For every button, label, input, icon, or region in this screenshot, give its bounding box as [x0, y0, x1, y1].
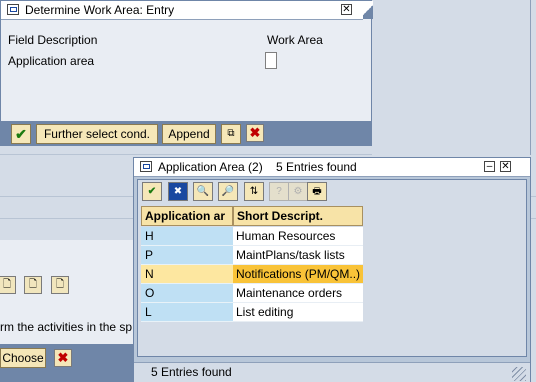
- confirm-button[interactable]: ✔: [11, 124, 31, 144]
- cancel-button[interactable]: ✖: [246, 124, 264, 142]
- background-page-icon-button[interactable]: 🗋: [51, 276, 69, 294]
- dialog-titlebar: Application Area (2) 5 Entries found – ✕: [134, 158, 530, 177]
- field-description-header: Field Description: [8, 33, 98, 47]
- table-row[interactable]: L List editing: [141, 303, 363, 322]
- dialog-title: Determine Work Area: Entry: [25, 3, 175, 17]
- window-icon: [140, 161, 152, 172]
- short-description: Notifications (PM/QM..): [233, 265, 363, 284]
- table-row[interactable]: P MaintPlans/task lists: [141, 246, 363, 265]
- append-button[interactable]: Append: [162, 124, 216, 144]
- status-bar: 5 Entries found: [134, 362, 530, 382]
- short-description: List editing: [233, 303, 363, 322]
- help-icon[interactable]: ?: [269, 182, 289, 201]
- short-description: Human Resources: [233, 227, 363, 246]
- background-page-icon-button[interactable]: 🗋: [0, 276, 16, 294]
- confirm-button[interactable]: ✔: [142, 182, 162, 201]
- table-row-selected[interactable]: N Notifications (PM/QM..): [141, 265, 363, 284]
- multiple-selection-button[interactable]: ⧉: [221, 124, 241, 144]
- table-row[interactable]: O Maintenance orders: [141, 284, 363, 303]
- application-area-code: N: [141, 265, 233, 284]
- determine-work-area-dialog: Determine Work Area: Entry ✕ Field Descr…: [0, 0, 373, 146]
- application-area-label: Application area: [8, 54, 95, 68]
- application-area-input[interactable]: [265, 52, 277, 69]
- work-area-header: Work Area: [267, 33, 323, 47]
- dialog-entries-found-title: 5 Entries found: [276, 160, 357, 174]
- background-divider: [530, 0, 531, 155]
- background-hint-text: rm the activities in the sp: [0, 320, 133, 334]
- status-text: 5 Entries found: [151, 365, 232, 379]
- dialog-titlebar: Determine Work Area: Entry ✕: [1, 1, 363, 20]
- application-area-code: P: [141, 246, 233, 265]
- application-area-code: L: [141, 303, 233, 322]
- settings-icon[interactable]: ⚙: [288, 182, 308, 201]
- results-area: ✔ ✖ 🔍 🔎 ⇅ ? ⚙ 🖶 Application ar Short Des…: [137, 179, 527, 357]
- table-row[interactable]: H Human Resources: [141, 227, 363, 246]
- background-page-icon-button[interactable]: 🗋: [24, 276, 42, 294]
- application-area-code: H: [141, 227, 233, 246]
- choose-button[interactable]: Choose: [0, 348, 46, 368]
- cancel-button[interactable]: ✖: [168, 182, 188, 201]
- close-icon[interactable]: ✕: [500, 161, 511, 172]
- background-area: [372, 0, 536, 155]
- print-icon[interactable]: 🖶: [307, 182, 327, 201]
- dialog-title: Application Area (2): [158, 160, 263, 174]
- window-icon: [7, 4, 19, 15]
- column-header[interactable]: Short Descript.: [233, 206, 363, 226]
- find-next-icon[interactable]: 🔎: [218, 182, 238, 201]
- application-area-dialog: Application Area (2) 5 Entries found – ✕…: [133, 157, 531, 382]
- column-header[interactable]: Application ar: [141, 206, 233, 226]
- background-cancel-button[interactable]: ✖: [54, 349, 72, 367]
- close-icon[interactable]: ✕: [341, 4, 352, 15]
- find-icon[interactable]: 🔍: [193, 182, 213, 201]
- dialog-toolbar: ✔ Further select cond. Append ⧉ ✖: [1, 121, 371, 146]
- minimize-icon[interactable]: –: [484, 161, 495, 172]
- sort-icon[interactable]: ⇅: [244, 182, 264, 201]
- further-select-cond-button[interactable]: Further select cond.: [36, 124, 158, 144]
- short-description: MaintPlans/task lists: [233, 246, 363, 265]
- application-area-code: O: [141, 284, 233, 303]
- titlebar-corner: [363, 1, 373, 19]
- resize-grip-icon[interactable]: [512, 367, 526, 381]
- short-description: Maintenance orders: [233, 284, 363, 303]
